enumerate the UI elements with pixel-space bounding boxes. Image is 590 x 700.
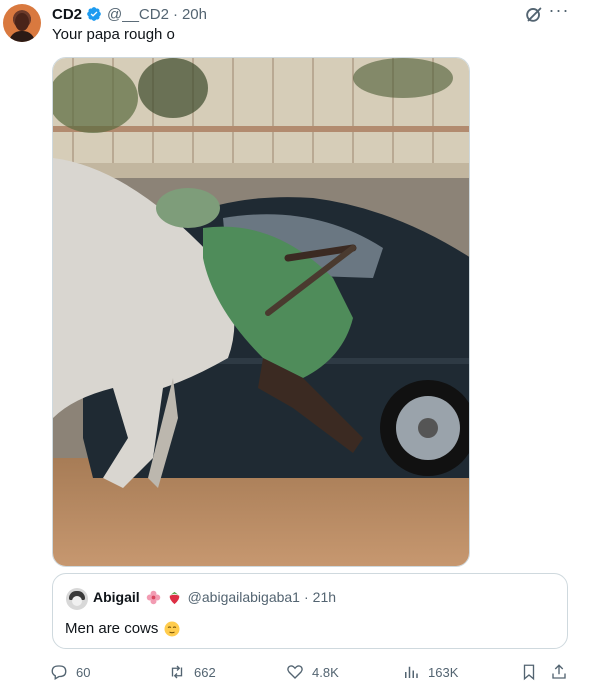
views-chart-icon xyxy=(405,666,418,678)
strawberry-icon xyxy=(169,591,179,604)
quote-author-avatar[interactable] xyxy=(66,588,88,610)
quote-text-row: Men are cows xyxy=(65,620,180,637)
quote-author-handle[interactable]: @abigailabigaba1 xyxy=(188,589,300,605)
quote-header: Abigail @abigailabigaba1 · 21h xyxy=(93,589,336,605)
tweet-time[interactable]: 20h xyxy=(182,6,207,23)
like-button[interactable]: 4.8K xyxy=(286,662,339,682)
views-count: 163K xyxy=(428,664,459,680)
author-handle[interactable]: @__CD2 xyxy=(107,6,169,23)
tweet-actions-bar: 60 662 4.8K 163K xyxy=(50,662,570,682)
heart-icon xyxy=(287,665,303,679)
share-button[interactable] xyxy=(550,662,568,682)
relieved-face-icon xyxy=(164,621,180,636)
reply-icon xyxy=(51,665,67,680)
repost-button[interactable]: 662 xyxy=(168,662,216,682)
tweet-text: Your papa rough o xyxy=(52,26,175,43)
tweet-media-image[interactable] xyxy=(52,57,470,567)
share-icon xyxy=(552,664,566,679)
quote-separator-dot: · xyxy=(303,589,309,605)
bookmark-button[interactable] xyxy=(520,662,538,682)
grok-icon[interactable] xyxy=(523,3,545,25)
reply-count: 60 xyxy=(76,664,91,680)
quote-author-name[interactable]: Abigail xyxy=(93,589,140,605)
like-count: 4.8K xyxy=(312,664,339,680)
author-name[interactable]: CD2 xyxy=(52,6,82,23)
tweet: CD2 @__CD2 · 20h ··· Your papa rough o A… xyxy=(0,0,590,700)
quote-time[interactable]: 21h xyxy=(313,589,336,605)
repost-count: 662 xyxy=(194,664,216,680)
bookmark-icon xyxy=(523,664,535,681)
author-avatar[interactable] xyxy=(3,4,41,42)
verified-badge-icon xyxy=(87,7,101,21)
views-button[interactable]: 163K xyxy=(402,662,458,682)
quoted-tweet[interactable]: Abigail @abigailabigaba1 · 21h Men are c… xyxy=(52,573,568,649)
media-illustration xyxy=(53,58,469,566)
reply-button[interactable]: 60 xyxy=(50,662,90,682)
more-options-button[interactable]: ··· xyxy=(548,1,570,24)
separator-dot: · xyxy=(172,5,178,23)
hibiscus-icon xyxy=(146,590,160,604)
repost-icon xyxy=(171,665,183,679)
tweet-header: CD2 @__CD2 · 20h xyxy=(52,4,207,24)
quote-text: Men are cows xyxy=(65,620,159,637)
